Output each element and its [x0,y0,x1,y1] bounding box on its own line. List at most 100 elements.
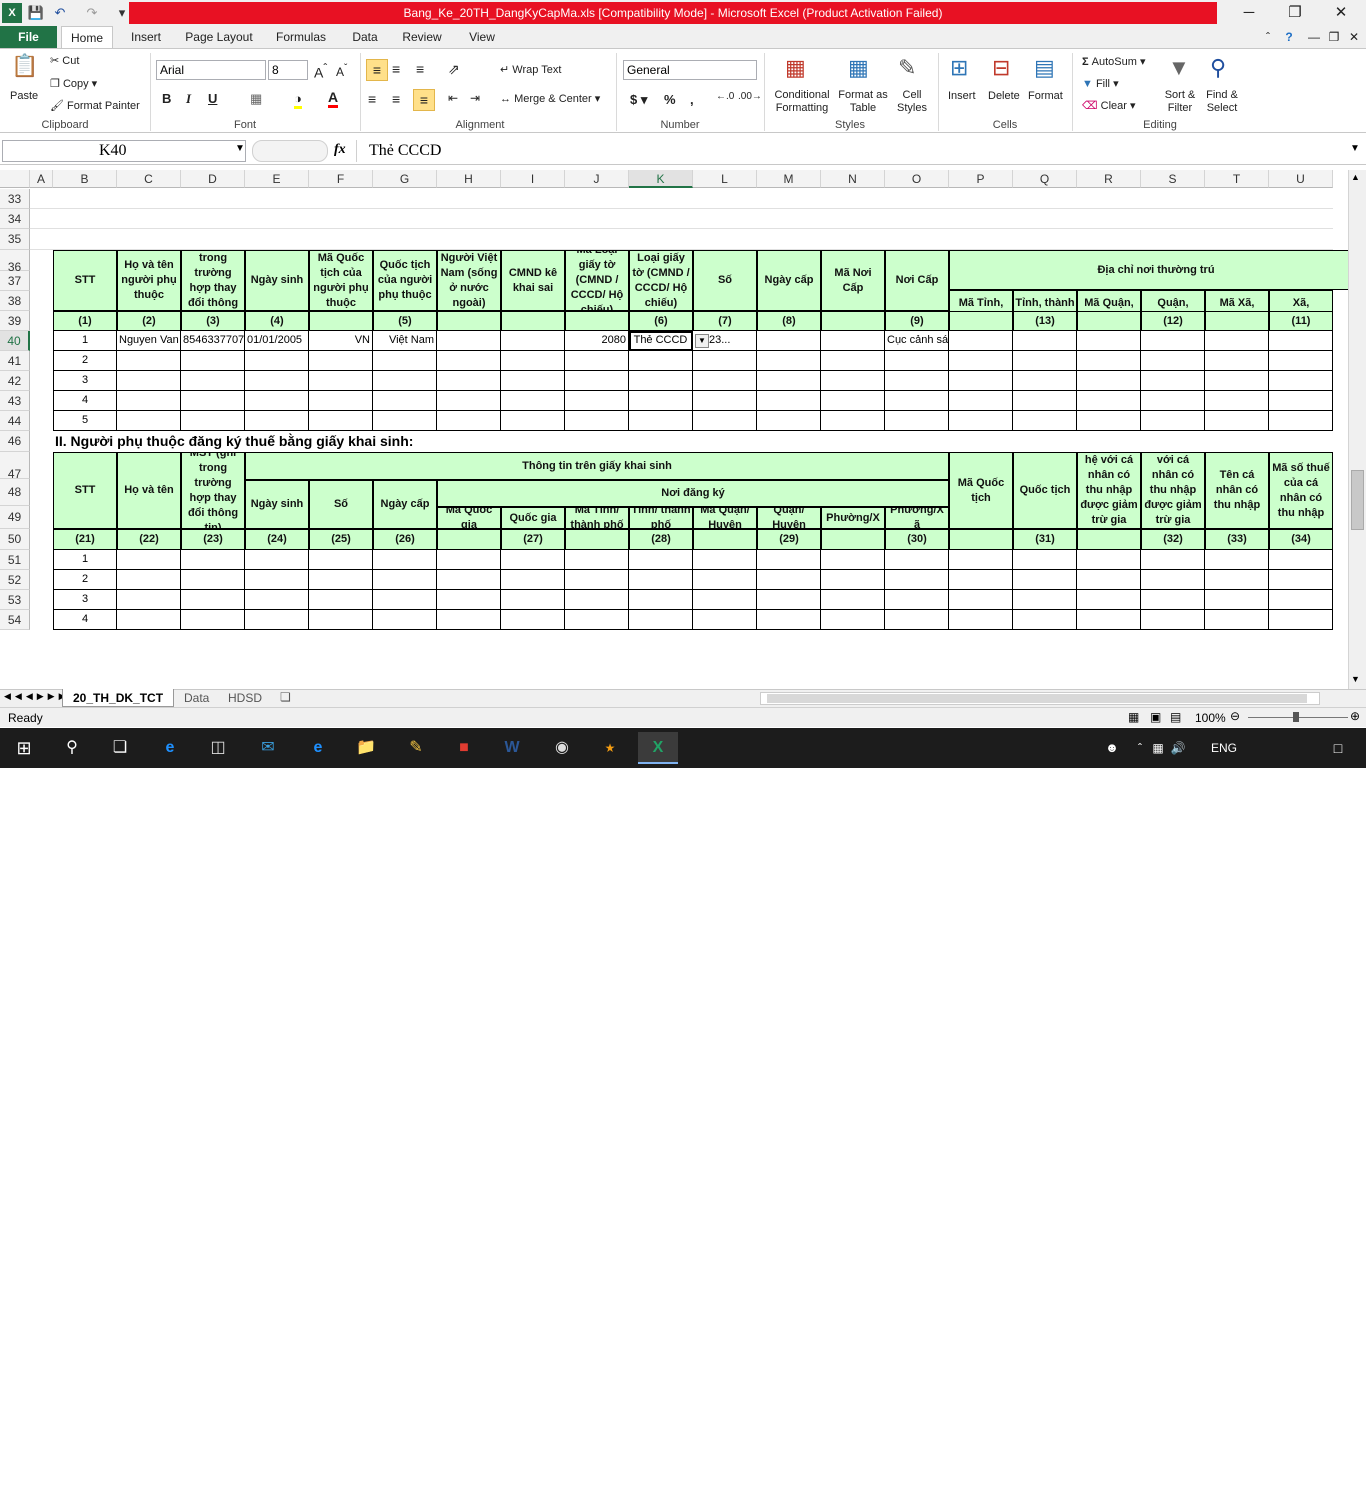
data-cell[interactable] [693,550,757,570]
data-cell[interactable] [821,590,885,610]
data-cell[interactable] [1013,550,1077,570]
data-cell[interactable] [245,411,309,431]
row-header[interactable]: 48 [0,479,30,506]
data-cell[interactable] [1205,610,1269,630]
data-cell[interactable] [501,371,565,391]
data-cell[interactable] [821,331,885,351]
select-all-corner[interactable] [0,170,30,188]
zoom-level[interactable]: 100% [1195,711,1226,725]
data-cell[interactable] [1013,371,1077,391]
horizontal-scroll-thumb[interactable] [767,694,1307,703]
tab-page-layout[interactable]: Page Layout [180,26,258,48]
empty-row[interactable] [30,229,1333,250]
data-cell[interactable] [1077,411,1141,431]
data-cell[interactable] [1013,411,1077,431]
format-cells-button[interactable]: Format [1028,90,1063,102]
data-cell[interactable] [693,391,757,411]
mst-cell[interactable]: 8546337707 [181,331,245,351]
data-cell[interactable] [1141,610,1205,630]
selected-cell-k40[interactable]: Thẻ CCCD [629,331,693,351]
data-cell[interactable] [1205,351,1269,371]
format-as-table-button[interactable]: Format as Table [838,89,888,115]
copy-button[interactable]: ❐ Copy ▾ [50,77,97,90]
format-painter-button[interactable]: 🖌 Format Painter [50,99,140,112]
data-cell[interactable] [373,590,437,610]
column-header[interactable]: Q [1013,170,1077,188]
row-header[interactable]: 49 [0,506,30,529]
data-cell[interactable] [757,351,821,371]
data-cell[interactable] [565,610,629,630]
data-cell[interactable] [693,590,757,610]
data-cell[interactable] [1141,351,1205,371]
data-cell[interactable] [1205,411,1269,431]
dob-cell[interactable]: 01/01/2005 [245,331,309,351]
paste-icon[interactable]: 📋 [8,53,42,93]
underline-button[interactable]: U [208,91,217,106]
data-cell[interactable] [437,371,501,391]
data-cell[interactable] [245,610,309,630]
sheet-nav-icons[interactable]: ◀◀◀▶▶▶ [4,691,70,702]
sheet-tab-data[interactable]: Data [184,691,209,705]
italic-button[interactable]: I [186,91,191,107]
align-right-icon[interactable]: ≡ [413,89,435,111]
column-header[interactable]: R [1077,170,1141,188]
page-layout-view-icon[interactable]: ▣ [1150,710,1161,724]
column-header[interactable]: M [757,170,821,188]
data-cell[interactable] [1269,411,1333,431]
data-cell[interactable] [1077,550,1141,570]
data-cell[interactable] [693,411,757,431]
data-cell[interactable] [821,411,885,431]
wrap-text-button[interactable]: ↵ Wrap Text [500,63,561,76]
data-cell[interactable] [373,550,437,570]
column-header[interactable]: H [437,170,501,188]
chrome-icon[interactable]: ◉ [542,732,582,764]
column-header[interactable]: J [565,170,629,188]
data-cell[interactable] [1013,610,1077,630]
data-cell[interactable] [309,610,373,630]
start-icon[interactable]: ⊞ [4,732,44,764]
conditional-formatting-button[interactable]: Conditional Formatting [770,89,834,115]
data-cell[interactable] [245,590,309,610]
name-cell[interactable]: Nguyen Van [117,331,181,351]
expand-formula-bar-icon[interactable]: ▼ [1350,143,1360,154]
data-cell[interactable] [949,570,1013,590]
currency-icon[interactable]: $ ▾ [630,92,647,108]
data-cell[interactable] [117,411,181,431]
stt-cell[interactable]: 3 [53,590,117,610]
column-header[interactable]: O [885,170,949,188]
data-cell[interactable] [1205,570,1269,590]
data-cell[interactable] [1013,331,1077,351]
decrease-decimal-icon[interactable]: .00→ [738,91,762,102]
data-cell[interactable] [1141,570,1205,590]
data-cell[interactable] [1269,570,1333,590]
number-format-box[interactable]: General [623,60,757,80]
data-cell[interactable] [373,570,437,590]
row-header[interactable]: 50 [0,529,30,550]
data-cell[interactable] [1141,411,1205,431]
data-cell[interactable] [821,351,885,371]
stt-cell[interactable]: 1 [53,331,117,351]
data-cell[interactable] [117,351,181,371]
task-view-icon[interactable]: ❏ [100,732,140,764]
data-cell[interactable] [1205,391,1269,411]
data-cell[interactable] [885,411,949,431]
data-cell[interactable] [565,550,629,570]
file-explorer-icon[interactable]: 📁 [346,732,386,764]
data-cell[interactable] [1077,331,1141,351]
data-cell[interactable] [437,610,501,630]
data-cell[interactable] [885,550,949,570]
data-cell[interactable] [693,610,757,630]
bold-button[interactable]: B [162,91,171,106]
data-cell[interactable] [181,550,245,570]
data-cell[interactable] [501,550,565,570]
tab-home[interactable]: Home [61,26,113,49]
save-icon[interactable]: 💾 [26,3,46,23]
data-cell[interactable] [309,391,373,411]
find-select-button[interactable]: Find & Select [1202,89,1242,115]
stt-cell[interactable]: 1 [53,550,117,570]
data-cell[interactable] [1013,391,1077,411]
data-cell[interactable] [373,610,437,630]
data-cell[interactable] [949,610,1013,630]
data-cell[interactable] [245,351,309,371]
mail-icon[interactable]: ✉ [248,732,288,764]
